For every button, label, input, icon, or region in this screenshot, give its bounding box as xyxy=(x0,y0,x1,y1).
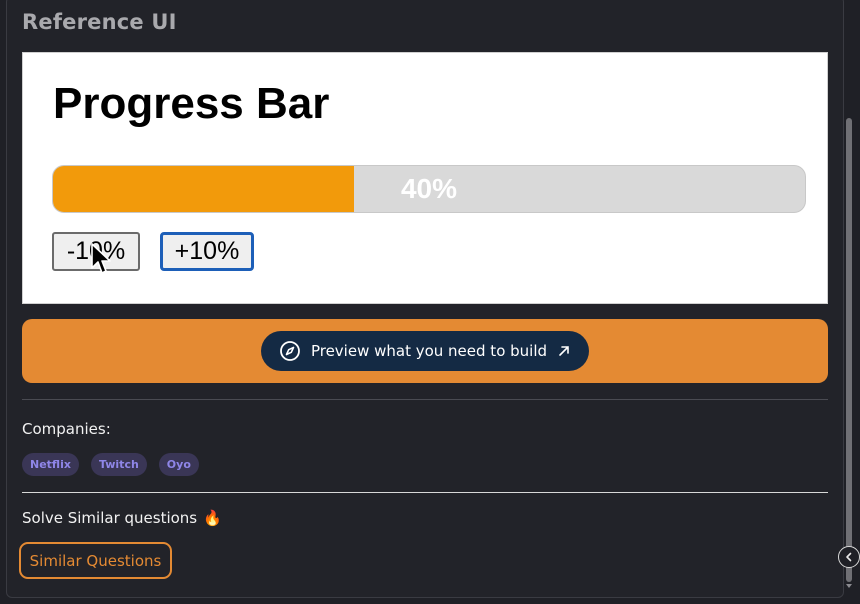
divider xyxy=(22,399,828,400)
divider xyxy=(22,492,828,493)
similar-questions-button[interactable]: Similar Questions xyxy=(19,542,172,579)
fire-icon: 🔥 xyxy=(203,509,222,527)
chevron-left-icon xyxy=(846,552,852,562)
reference-preview: Progress Bar 40% -10% +10% xyxy=(22,52,828,304)
increment-button[interactable]: +10% xyxy=(160,232,254,271)
progress-bar-label: 40% xyxy=(400,173,458,204)
companies-label: Companies: xyxy=(22,420,111,438)
company-tag-oyo[interactable]: Oyo xyxy=(158,453,199,476)
arrow-up-right-icon xyxy=(559,346,569,356)
scroll-down-arrow-icon[interactable] xyxy=(846,584,852,588)
solve-similar-label: Solve Similar questions xyxy=(22,509,198,527)
collapse-panel-button[interactable] xyxy=(838,546,860,568)
company-tags: Netflix Twitch Oyo xyxy=(22,453,199,476)
company-tag-netflix[interactable]: Netflix xyxy=(22,453,79,476)
compass-icon xyxy=(280,341,300,361)
reference-ui-title: Reference UI xyxy=(22,10,177,34)
mouse-cursor-icon xyxy=(91,243,111,274)
progress-bar: 40% xyxy=(52,165,806,213)
preview-build-label: Preview what you need to build xyxy=(310,342,548,360)
progress-bar-heading: Progress Bar xyxy=(53,79,330,128)
preview-cta-bar: Preview what you need to build xyxy=(22,319,828,383)
scrollbar-thumb[interactable] xyxy=(846,118,852,582)
preview-build-button[interactable]: Preview what you need to build xyxy=(261,331,589,371)
company-tag-twitch[interactable]: Twitch xyxy=(90,453,147,476)
solve-similar-heading: Solve Similar questions 🔥 xyxy=(22,509,222,527)
